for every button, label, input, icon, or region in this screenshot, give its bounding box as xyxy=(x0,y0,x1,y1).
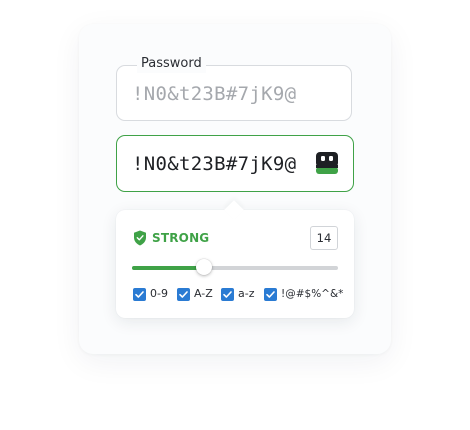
option-digits[interactable]: 0-9 xyxy=(133,287,168,301)
length-slider-fill xyxy=(132,266,204,270)
checkmark-icon xyxy=(135,290,144,298)
password-label: Password xyxy=(137,55,206,73)
strength-label: STRONG xyxy=(152,231,210,245)
shield-icon xyxy=(134,230,146,246)
option-lowercase[interactable]: a-z xyxy=(221,287,254,301)
option-digits-label: 0-9 xyxy=(150,287,168,300)
option-uppercase[interactable]: A-Z xyxy=(177,287,213,301)
password-placeholder: !N0&t23B#7jK9@ xyxy=(132,83,297,105)
option-symbols-label: !@#$%^&* xyxy=(281,288,344,300)
checkbox-digits[interactable] xyxy=(133,287,146,301)
option-symbols[interactable]: !@#$%^&* xyxy=(264,287,343,301)
length-slider-track[interactable] xyxy=(132,266,338,270)
checkmark-icon xyxy=(266,290,275,298)
length-slider-thumb[interactable] xyxy=(196,259,212,275)
option-uppercase-label: A-Z xyxy=(194,287,213,300)
robot-icon xyxy=(316,152,338,174)
length-input[interactable]: 14 xyxy=(310,226,338,250)
option-lowercase-label: a-z xyxy=(238,287,255,300)
checkbox-lowercase[interactable] xyxy=(221,287,234,301)
checkbox-symbols[interactable] xyxy=(264,287,277,301)
checkmark-icon xyxy=(179,290,188,298)
checkbox-uppercase[interactable] xyxy=(177,287,190,301)
checkmark-icon xyxy=(223,290,232,298)
generate-password-button[interactable] xyxy=(314,151,340,175)
generated-password-value: !N0&t23B#7jK9@ xyxy=(132,153,297,175)
